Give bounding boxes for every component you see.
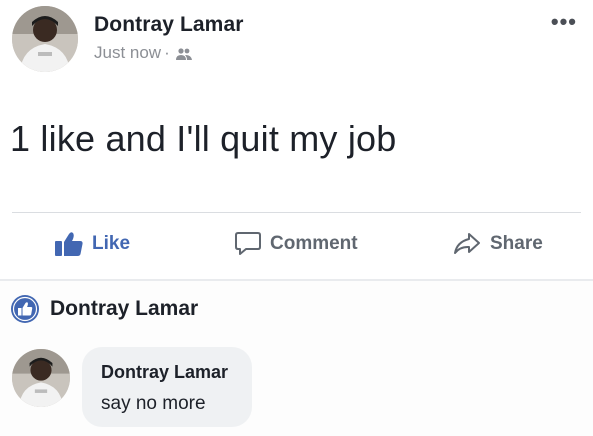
comment-bubble: Dontray Lamar say no more	[82, 347, 252, 427]
comment-icon	[235, 232, 261, 255]
share-label: Share	[490, 233, 543, 254]
like-reaction-icon	[11, 295, 39, 323]
commenter-avatar[interactable]	[12, 349, 70, 407]
like-label: Like	[92, 233, 131, 254]
author-avatar[interactable]	[12, 6, 78, 72]
comment-text: say no more	[101, 393, 206, 414]
post-author-name[interactable]: Dontray Lamar	[94, 13, 244, 37]
comment-button[interactable]: Comment	[234, 228, 358, 260]
thumbs-up-icon	[55, 232, 83, 256]
post-card: Dontray Lamar Just now · ••• 1 like and …	[0, 0, 593, 280]
avatar-photo	[12, 6, 78, 72]
meta-separator: ·	[164, 43, 170, 62]
post-meta: Just now ·	[94, 43, 193, 63]
comment-author-name[interactable]: Dontray Lamar	[101, 362, 228, 383]
comment-label: Comment	[270, 233, 358, 254]
post-text: 1 like and I'll quit my job	[10, 118, 397, 159]
share-icon	[454, 233, 480, 254]
section-separator	[0, 279, 593, 281]
actions-divider	[12, 212, 581, 213]
avatar-photo	[12, 349, 70, 407]
like-button[interactable]: Like	[54, 228, 130, 260]
share-button[interactable]: Share	[452, 228, 543, 260]
liker-name[interactable]: Dontray Lamar	[50, 297, 198, 321]
reactions-row[interactable]: Dontray Lamar	[10, 294, 198, 324]
more-options-button[interactable]: •••	[551, 11, 577, 33]
friends-icon[interactable]	[175, 46, 193, 60]
post-timestamp[interactable]: Just now	[94, 43, 161, 63]
